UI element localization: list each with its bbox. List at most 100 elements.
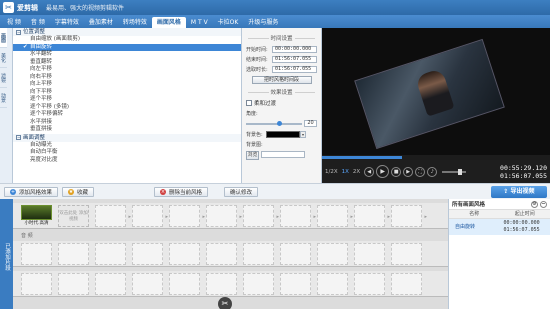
speed-half[interactable]: 1/2X — [325, 169, 338, 175]
total-time: 01:56:07.055 — [500, 171, 547, 180]
duration-input[interactable]: 01:56:07.055 — [272, 66, 317, 73]
group-picture-adjust[interactable]: − 画面调整 — [13, 133, 241, 142]
bgimg-row: 背景图: — [246, 140, 317, 149]
tab-transition[interactable]: 转场特效 — [118, 17, 152, 28]
clip-label: 小时代.高清 — [24, 220, 49, 226]
end-time-input[interactable]: 01:56:07.055 — [272, 56, 317, 63]
confirm-button[interactable]: 确认修改 — [224, 186, 259, 197]
empty-slot — [391, 242, 422, 265]
add-clip-slot[interactable]: 双击此处 添加视频 — [58, 204, 89, 227]
volume-handle[interactable] — [458, 168, 463, 175]
speed-1x[interactable]: 1X — [342, 169, 349, 175]
video-preview[interactable] — [322, 28, 550, 155]
effect-item[interactable]: 垂直拼接 — [13, 126, 241, 134]
empty-slot — [280, 242, 311, 265]
effect-item[interactable]: 逐个平移 — [13, 96, 241, 104]
add-style-button[interactable]: + 添加风格效果 — [4, 186, 59, 197]
stop-icon[interactable]: ■ — [391, 166, 402, 177]
effect-item[interactable]: 向上平移 — [13, 81, 241, 89]
effect-item[interactable]: 向下平移 — [13, 89, 241, 97]
prev-frame-icon[interactable]: ◀ — [364, 166, 375, 177]
effect-item[interactable]: 自由缩放 (画面裁剪) — [13, 36, 241, 44]
row-start: 00:00:00.000 — [503, 220, 540, 226]
angle-value-input[interactable]: 20 — [304, 120, 317, 127]
empty-slot — [317, 272, 348, 295]
empty-slot — [95, 272, 126, 295]
tab-overlay[interactable]: 叠加素材 — [84, 17, 118, 28]
chevron-down-icon[interactable]: ▾ — [300, 131, 306, 138]
effect-item-selected[interactable]: ✔ 自由旋转 — [13, 43, 241, 51]
start-time-input[interactable]: 00:00:00.000 — [272, 46, 317, 53]
video-subject — [414, 68, 455, 117]
check-icon: ✔ — [23, 43, 28, 50]
tab-upgrade[interactable]: 升级与服务 — [243, 17, 283, 28]
play-icon[interactable]: ▶ — [376, 165, 390, 178]
angle-label-row: 角度: — [246, 109, 317, 118]
favorite-button[interactable]: ★ 收藏 — [62, 186, 95, 197]
settings-panel: 时间设置 开始时间: 00:00:00.000 结束时间: 01:56:07.0… — [242, 28, 322, 183]
browse-button[interactable]: 浏览 — [246, 151, 259, 160]
empty-slot — [58, 272, 89, 295]
player-controls: 1/2X 1X 2X ◀ ▶ ■ ▶ ⛶ ♪ 00:55:29.120 01:5… — [322, 160, 550, 183]
arrow-icon: ▸ — [387, 213, 390, 220]
video-track: 小时代.高清 双击此处 添加视频 ▸ ▸ ▸ ▸ ▸ ▸ ▸ ▸ ▸ — [13, 203, 448, 229]
empty-slot — [169, 272, 200, 295]
group-position[interactable]: − 位置调整 — [13, 28, 241, 36]
tab-video[interactable]: 视 频 — [2, 17, 26, 28]
effect-item[interactable]: 逐个平移偏转 — [13, 111, 241, 119]
effect-item[interactable]: 自动白平衡 — [13, 149, 241, 157]
effect-item[interactable]: 逐个平移 (多镜) — [13, 104, 241, 112]
effect-item[interactable]: 向左平移 — [13, 66, 241, 74]
category-tab-beautify[interactable]: 美化 — [0, 48, 7, 68]
scissors-icon[interactable]: ✂ — [218, 297, 232, 309]
volume-slider[interactable] — [442, 168, 467, 175]
empty-slot — [132, 272, 163, 295]
empty-slot: ▸ — [206, 204, 242, 227]
empty-slot — [169, 242, 200, 265]
angle-slider[interactable] — [246, 120, 302, 126]
clip-thumbnail[interactable]: 小时代.高清 — [21, 204, 52, 227]
row-time: 00:00:00.000 01:56:07.055 — [502, 219, 550, 233]
tab-audio[interactable]: 音 频 — [26, 17, 50, 28]
settings-icon[interactable]: ⚙ — [531, 200, 538, 208]
style-toolbar: + 添加风格效果 ★ 收藏 × 删除当前风格 确认修改 — [0, 183, 322, 199]
speed-2x[interactable]: 2X — [353, 169, 360, 175]
empty-slot — [21, 242, 52, 265]
export-video-button[interactable]: ⇪ 导出视频 — [491, 186, 547, 198]
tab-karaoke[interactable]: 卡拉OK — [213, 17, 244, 28]
delete-icon[interactable]: − — [540, 200, 547, 208]
timeline: 小时代.高清 双击此处 添加视频 ▸ ▸ ▸ ▸ ▸ ▸ ▸ ▸ ▸ 音 频 ✂ — [13, 199, 448, 309]
angle-slider-handle[interactable] — [276, 120, 282, 126]
category-tab-motion[interactable]: 动景 — [0, 88, 7, 108]
next-frame-icon[interactable]: ▶ — [403, 166, 414, 177]
effect-item[interactable]: 水平翻转 — [13, 51, 241, 59]
tab-subtitle[interactable]: 字幕特效 — [50, 17, 84, 28]
bgimg-path-field[interactable] — [261, 151, 305, 158]
fullscreen-icon[interactable]: ⛶ — [415, 166, 426, 177]
category-tab-filter[interactable]: 滤镜 — [0, 68, 7, 88]
tab-style[interactable]: 画面风格 — [151, 17, 186, 28]
effect-item[interactable]: 自动曝光 — [13, 142, 241, 150]
panel-icons: ⚙ − — [529, 200, 547, 208]
trash-icon: × — [160, 188, 167, 195]
current-time: 00:55:29.120 — [500, 163, 547, 172]
bgcolor-swatch[interactable] — [266, 131, 300, 138]
styles-table-header: 名称 起止时间 — [449, 210, 550, 219]
effect-item[interactable]: 水平拼接 — [13, 119, 241, 127]
empty-slot: ▸ — [169, 204, 205, 227]
effect-item[interactable]: 向右平移 — [13, 74, 241, 82]
track-row-3 — [13, 271, 448, 297]
soft-transition-checkbox[interactable]: 柔和过渡 — [246, 99, 317, 107]
volume-icon[interactable]: ♪ — [427, 166, 438, 177]
tab-mtv[interactable]: M T V — [186, 17, 213, 28]
category-tab-picture[interactable]: 画面 — [0, 28, 7, 48]
arrow-icon: ▸ — [276, 213, 279, 220]
effect-item[interactable]: 亮度对比度 — [13, 157, 241, 165]
effect-item[interactable]: 垂直翻转 — [13, 59, 241, 67]
set-time-button[interactable]: 把时风格时间段 — [251, 76, 312, 84]
plus-icon: + — [10, 188, 16, 195]
audio-track-label: 音 频 — [21, 233, 33, 239]
delete-style-button[interactable]: × 删除当前风格 — [154, 186, 209, 197]
table-row[interactable]: 自由旋转 00:00:00.000 01:56:07.055 — [449, 219, 550, 235]
arrow-icon: ▸ — [424, 213, 427, 220]
